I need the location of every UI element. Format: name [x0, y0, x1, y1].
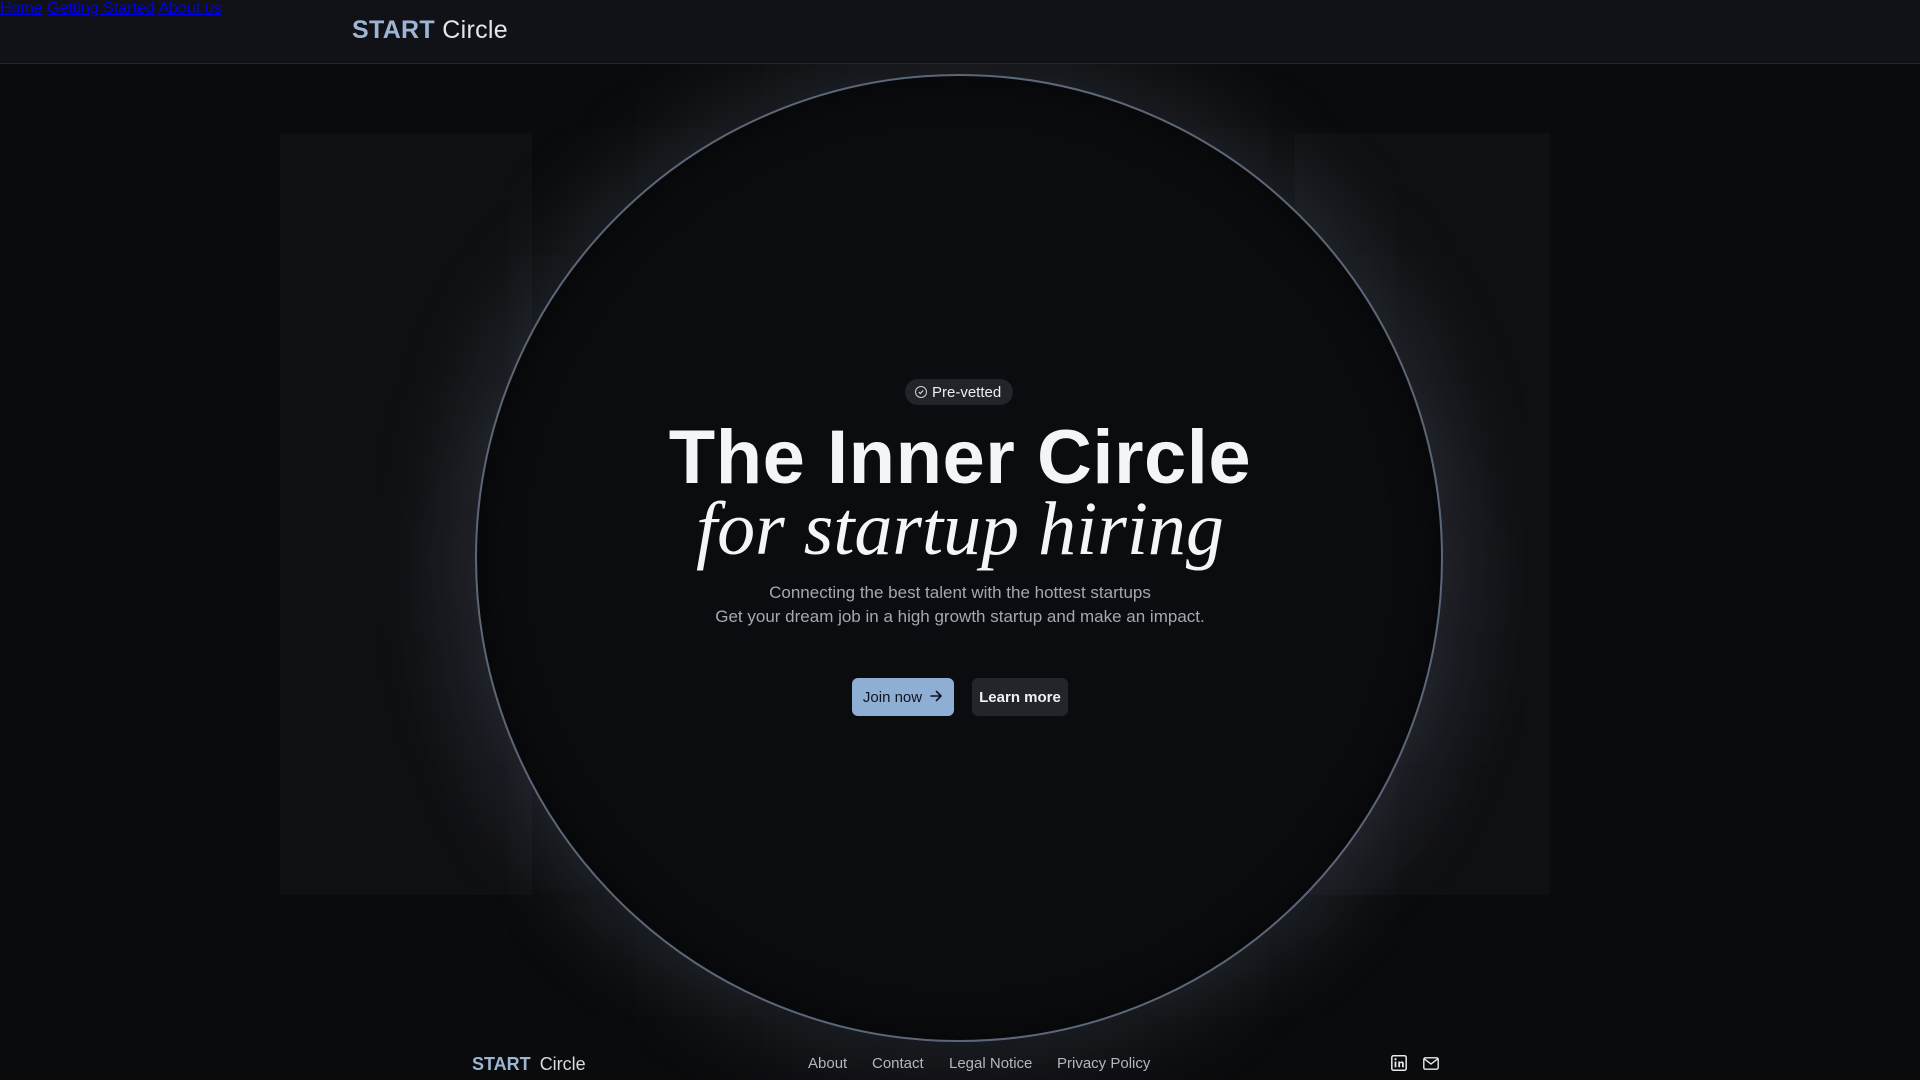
- footer-logo[interactable]: START Circle: [472, 1054, 586, 1075]
- hero-subtitle: for startup hiring: [696, 487, 1224, 571]
- footer-link-about[interactable]: About: [808, 1055, 847, 1072]
- learn-more-button[interactable]: Learn more: [972, 678, 1068, 716]
- hero-description-line-2: Get your dream job in a high growth star…: [715, 607, 1205, 626]
- logo-start: START: [352, 16, 435, 44]
- nav-about-us[interactable]: About us: [158, 0, 221, 17]
- footer-logo-circle: Circle: [539, 1054, 586, 1074]
- site-footer: START Circle About Contact Legal Notice …: [0, 1040, 1920, 1080]
- pre-vetted-badge: Pre-vetted: [905, 379, 1014, 405]
- logo-circle: Circle: [442, 16, 508, 44]
- nav-getting-started[interactable]: Getting Started: [47, 0, 155, 17]
- nav-home[interactable]: Home: [0, 0, 43, 17]
- footer-link-privacy-policy[interactable]: Privacy Policy: [1057, 1055, 1150, 1072]
- join-now-label: Join now: [862, 688, 923, 706]
- arrow-right-icon: [930, 689, 943, 706]
- site-header: START Circle Home Getting Started About …: [0, 0, 1920, 64]
- hero-description-line-1: Connecting the best talent with the hott…: [769, 583, 1151, 602]
- check-circle-icon: [915, 386, 927, 398]
- footer-logo-start: START: [472, 1054, 531, 1074]
- join-now-button[interactable]: Join now: [852, 678, 954, 716]
- mail-icon[interactable]: [1422, 1054, 1440, 1072]
- main-nav: Home Getting Started About us: [0, 0, 1920, 18]
- badge-label: Pre-vetted: [932, 383, 1002, 401]
- header-logo[interactable]: START Circle: [352, 16, 508, 45]
- linkedin-icon[interactable]: [1390, 1054, 1408, 1072]
- footer-link-contact[interactable]: Contact: [872, 1055, 924, 1072]
- footer-link-legal-notice[interactable]: Legal Notice: [949, 1055, 1032, 1072]
